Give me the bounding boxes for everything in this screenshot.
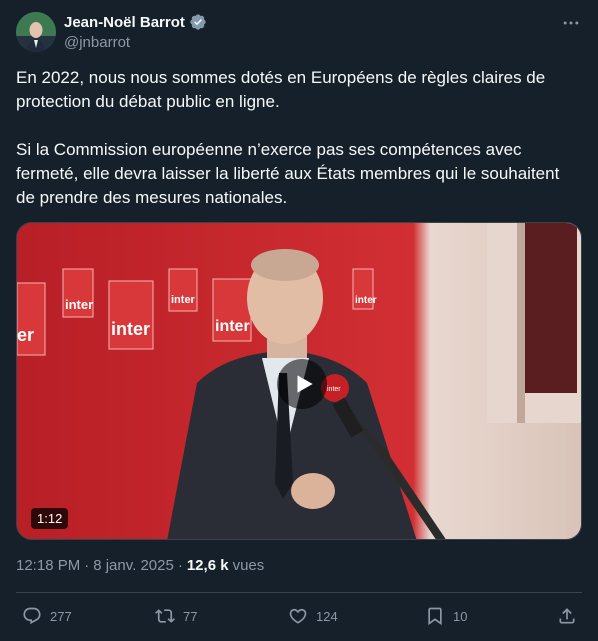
- tweet-date[interactable]: 8 janv. 2025: [93, 557, 174, 574]
- verified-badge-icon: [189, 13, 207, 31]
- bookmark-icon: [428, 607, 442, 626]
- brand-logo-text: er: [17, 325, 34, 345]
- brand-logo-text: inter: [355, 295, 377, 306]
- reply-button[interactable]: 277: [22, 606, 72, 626]
- tweet-time[interactable]: 12:18 PM: [16, 557, 80, 574]
- brand-logo-text: inter: [65, 297, 93, 312]
- like-count: 124: [316, 608, 338, 624]
- tweet-text: En 2022, nous nous sommes dotés en Europ…: [16, 66, 582, 234]
- like-button[interactable]: 124: [288, 606, 338, 626]
- repost-count: 77: [183, 608, 198, 624]
- author-handle[interactable]: @jnbarrot: [64, 34, 130, 51]
- tweet-paragraph: Si la Commission européenne n’exerce pas…: [16, 140, 560, 207]
- display-name[interactable]: Jean-Noël Barrot: [64, 14, 185, 31]
- more-options-button[interactable]: [558, 12, 584, 34]
- divider: [16, 592, 582, 593]
- bookmark-button[interactable]: 10: [425, 606, 467, 626]
- video-duration-badge: 1:12: [31, 508, 69, 529]
- avatar[interactable]: [16, 12, 56, 52]
- brand-logo-text: inter: [215, 318, 250, 335]
- author-name-row[interactable]: Jean-Noël Barrot: [64, 13, 207, 31]
- share-button[interactable]: [557, 606, 577, 626]
- brand-logo-text: inter: [171, 294, 196, 306]
- mic-label-text: inter: [327, 386, 341, 393]
- views-label: vues: [232, 557, 265, 574]
- meta-separator: ·: [84, 557, 90, 574]
- share-icon: [559, 608, 575, 624]
- views-count: 12,6 k: [186, 557, 229, 574]
- action-bar: 277 77 124 10: [0, 600, 598, 634]
- play-button[interactable]: [277, 359, 327, 409]
- video-player[interactable]: er inter inter inter inter inter inter i…: [16, 222, 582, 540]
- heart-icon: [289, 608, 307, 624]
- reply-count: 277: [50, 608, 72, 624]
- bookmark-count: 10: [453, 608, 468, 624]
- more-horizontal-icon: [563, 21, 579, 25]
- tweet: Jean-Noël Barrot @jnbarrot En 2022, nous…: [0, 0, 598, 641]
- tweet-paragraph: En 2022, nous nous sommes dotés en Europ…: [16, 68, 546, 111]
- play-icon: [297, 375, 313, 393]
- meta-separator: ·: [177, 557, 183, 574]
- brand-logo-text: inter: [111, 319, 150, 339]
- repost-icon: [155, 609, 175, 623]
- tweet-meta: 12:18 PM · 8 janv. 2025 · 12,6 k vues: [16, 557, 264, 574]
- reply-icon: [23, 607, 41, 625]
- repost-button[interactable]: 77: [155, 606, 197, 626]
